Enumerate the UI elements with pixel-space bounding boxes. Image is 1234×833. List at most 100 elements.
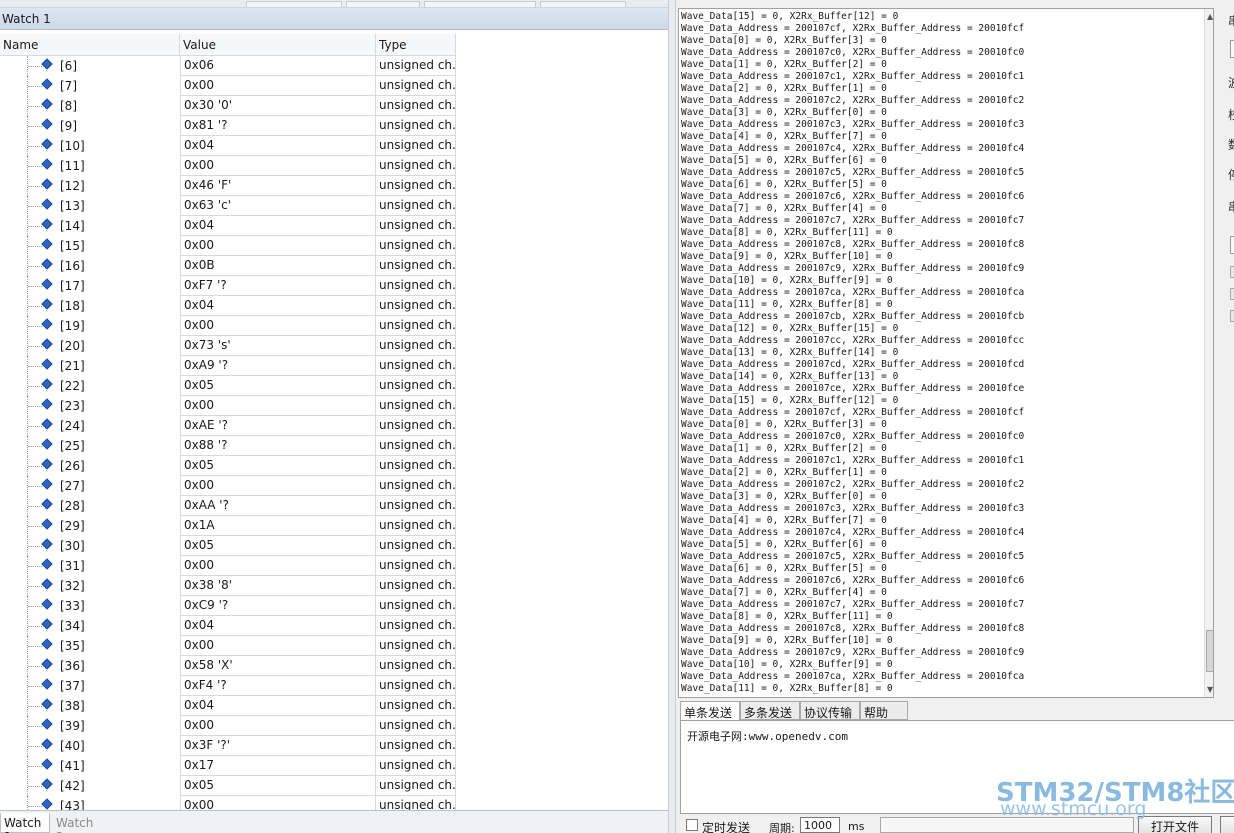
tab-watch-2[interactable]: Watch 2 bbox=[53, 813, 105, 833]
file-path-field[interactable] bbox=[880, 817, 1134, 833]
row-name-cell[interactable]: [26] bbox=[0, 456, 180, 476]
setting-button[interactable] bbox=[1230, 236, 1234, 254]
table-row[interactable]: [26] 0x05 unsigned ch... bbox=[0, 456, 456, 476]
row-name-cell[interactable]: [36] bbox=[0, 656, 180, 676]
row-value[interactable]: 0xAA '? bbox=[180, 496, 376, 516]
row-name-cell[interactable]: [11] bbox=[0, 156, 180, 176]
row-name-cell[interactable]: [16] bbox=[0, 256, 180, 276]
table-row[interactable]: [43] 0x00 unsigned ch... bbox=[0, 796, 456, 810]
row-name-cell[interactable]: [34] bbox=[0, 616, 180, 636]
receive-scrollbar[interactable]: ▲ ▼ bbox=[1204, 9, 1213, 697]
row-name-cell[interactable]: [19] bbox=[0, 316, 180, 336]
table-row[interactable]: [12] 0x46 'F' unsigned ch... bbox=[0, 176, 456, 196]
timed-send-checkbox[interactable] bbox=[686, 819, 698, 831]
row-value[interactable]: 0xAE '? bbox=[180, 416, 376, 436]
row-name-cell[interactable]: [32] bbox=[0, 576, 180, 596]
row-name-cell[interactable]: [9] bbox=[0, 116, 180, 136]
tab-protocol[interactable]: 协议传输 bbox=[800, 701, 860, 720]
table-row[interactable]: [6] 0x06 unsigned ch... bbox=[0, 56, 456, 76]
row-value[interactable]: 0x00 bbox=[180, 396, 376, 416]
row-name-cell[interactable]: [38] bbox=[0, 696, 180, 716]
row-name-cell[interactable]: [43] bbox=[0, 796, 180, 810]
row-name-cell[interactable]: [33] bbox=[0, 596, 180, 616]
row-name-cell[interactable]: [20] bbox=[0, 336, 180, 356]
row-value[interactable]: 0x06 bbox=[180, 56, 376, 76]
row-name-cell[interactable]: [21] bbox=[0, 356, 180, 376]
row-value[interactable]: 0x00 bbox=[180, 316, 376, 336]
row-value[interactable]: 0x00 bbox=[180, 796, 376, 810]
row-name-cell[interactable]: [41] bbox=[0, 756, 180, 776]
row-value[interactable]: 0x3F '?' bbox=[180, 736, 376, 756]
row-value[interactable]: 0x63 'c' bbox=[180, 196, 376, 216]
table-row[interactable]: [25] 0x88 '? unsigned ch... bbox=[0, 436, 456, 456]
table-row[interactable]: [21] 0xA9 '? unsigned ch... bbox=[0, 356, 456, 376]
row-value[interactable]: 0x04 bbox=[180, 696, 376, 716]
table-row[interactable]: [16] 0x0B unsigned ch... bbox=[0, 256, 456, 276]
row-name-cell[interactable]: [22] bbox=[0, 376, 180, 396]
table-row[interactable]: [33] 0xC9 '? unsigned ch... bbox=[0, 596, 456, 616]
table-row[interactable]: [18] 0x04 unsigned ch... bbox=[0, 296, 456, 316]
row-value[interactable]: 0x1A bbox=[180, 516, 376, 536]
tab-single-send[interactable]: 单条发送 bbox=[680, 701, 740, 721]
setting-checkbox[interactable] bbox=[1230, 288, 1234, 300]
row-name-cell[interactable]: [17] bbox=[0, 276, 180, 296]
setting-checkbox[interactable] bbox=[1230, 266, 1234, 278]
table-row[interactable]: [23] 0x00 unsigned ch... bbox=[0, 396, 456, 416]
row-value[interactable]: 0x30 '0' bbox=[180, 96, 376, 116]
receive-area[interactable]: Wave_Data[15] = 0, X2Rx_Buffer[12] = 0 Wa… bbox=[678, 8, 1214, 698]
table-row[interactable]: [41] 0x17 unsigned ch... bbox=[0, 756, 456, 776]
row-name-cell[interactable]: [14] bbox=[0, 216, 180, 236]
column-header-name[interactable]: Name bbox=[0, 34, 180, 56]
row-name-cell[interactable]: [28] bbox=[0, 496, 180, 516]
send-input[interactable]: 开源电子网:www.openedv.com bbox=[680, 720, 1234, 814]
table-row[interactable]: [22] 0x05 unsigned ch... bbox=[0, 376, 456, 396]
table-row[interactable]: [8] 0x30 '0' unsigned ch... bbox=[0, 96, 456, 116]
row-value[interactable]: 0x00 bbox=[180, 156, 376, 176]
row-name-cell[interactable]: [7] bbox=[0, 76, 180, 96]
row-value[interactable]: 0x05 bbox=[180, 456, 376, 476]
scroll-up-icon[interactable]: ▲ bbox=[1207, 12, 1213, 21]
table-row[interactable]: [9] 0x81 '? unsigned ch... bbox=[0, 116, 456, 136]
table-row[interactable]: [11] 0x00 unsigned ch... bbox=[0, 156, 456, 176]
row-value[interactable]: 0x05 bbox=[180, 536, 376, 556]
table-row[interactable]: [20] 0x73 's' unsigned ch... bbox=[0, 336, 456, 356]
send-file-button[interactable] bbox=[1220, 816, 1234, 833]
row-name-cell[interactable]: [35] bbox=[0, 636, 180, 656]
table-row[interactable]: [35] 0x00 unsigned ch... bbox=[0, 636, 456, 656]
row-value[interactable]: 0x38 '8' bbox=[180, 576, 376, 596]
row-value[interactable]: 0xF4 '? bbox=[180, 676, 376, 696]
editor-tab-hint[interactable] bbox=[424, 1, 536, 7]
row-name-cell[interactable]: [30] bbox=[0, 536, 180, 556]
tab-multi-send[interactable]: 多条发送 bbox=[740, 701, 800, 720]
editor-tab-hint[interactable] bbox=[346, 1, 420, 7]
row-value[interactable]: 0x58 'X' bbox=[180, 656, 376, 676]
row-name-cell[interactable]: [40] bbox=[0, 736, 180, 756]
row-name-cell[interactable]: [10] bbox=[0, 136, 180, 156]
row-value[interactable]: 0x05 bbox=[180, 376, 376, 396]
row-name-cell[interactable]: [37] bbox=[0, 676, 180, 696]
table-row[interactable]: [36] 0x58 'X' unsigned ch... bbox=[0, 656, 456, 676]
table-row[interactable]: [15] 0x00 unsigned ch... bbox=[0, 236, 456, 256]
row-name-cell[interactable]: [24] bbox=[0, 416, 180, 436]
row-value[interactable]: 0x04 bbox=[180, 216, 376, 236]
row-value[interactable]: 0x04 bbox=[180, 296, 376, 316]
row-name-cell[interactable]: [29] bbox=[0, 516, 180, 536]
table-row[interactable]: [19] 0x00 unsigned ch... bbox=[0, 316, 456, 336]
column-header-type[interactable]: Type bbox=[376, 34, 456, 56]
editor-tab-hint[interactable] bbox=[246, 1, 342, 7]
row-value[interactable]: 0x46 'F' bbox=[180, 176, 376, 196]
row-value[interactable]: 0x00 bbox=[180, 476, 376, 496]
setting-dropdown[interactable] bbox=[1230, 40, 1234, 58]
row-name-cell[interactable]: [18] bbox=[0, 296, 180, 316]
table-row[interactable]: [24] 0xAE '? unsigned ch... bbox=[0, 416, 456, 436]
row-name-cell[interactable]: [25] bbox=[0, 436, 180, 456]
row-value[interactable]: 0xA9 '? bbox=[180, 356, 376, 376]
row-value[interactable]: 0x17 bbox=[180, 756, 376, 776]
table-row[interactable]: [29] 0x1A unsigned ch... bbox=[0, 516, 456, 536]
pane-divider[interactable] bbox=[668, 0, 676, 833]
row-name-cell[interactable]: [6] bbox=[0, 56, 180, 76]
table-row[interactable]: [31] 0x00 unsigned ch... bbox=[0, 556, 456, 576]
table-row[interactable]: [34] 0x04 unsigned ch... bbox=[0, 616, 456, 636]
row-name-cell[interactable]: [15] bbox=[0, 236, 180, 256]
row-name-cell[interactable]: [31] bbox=[0, 556, 180, 576]
